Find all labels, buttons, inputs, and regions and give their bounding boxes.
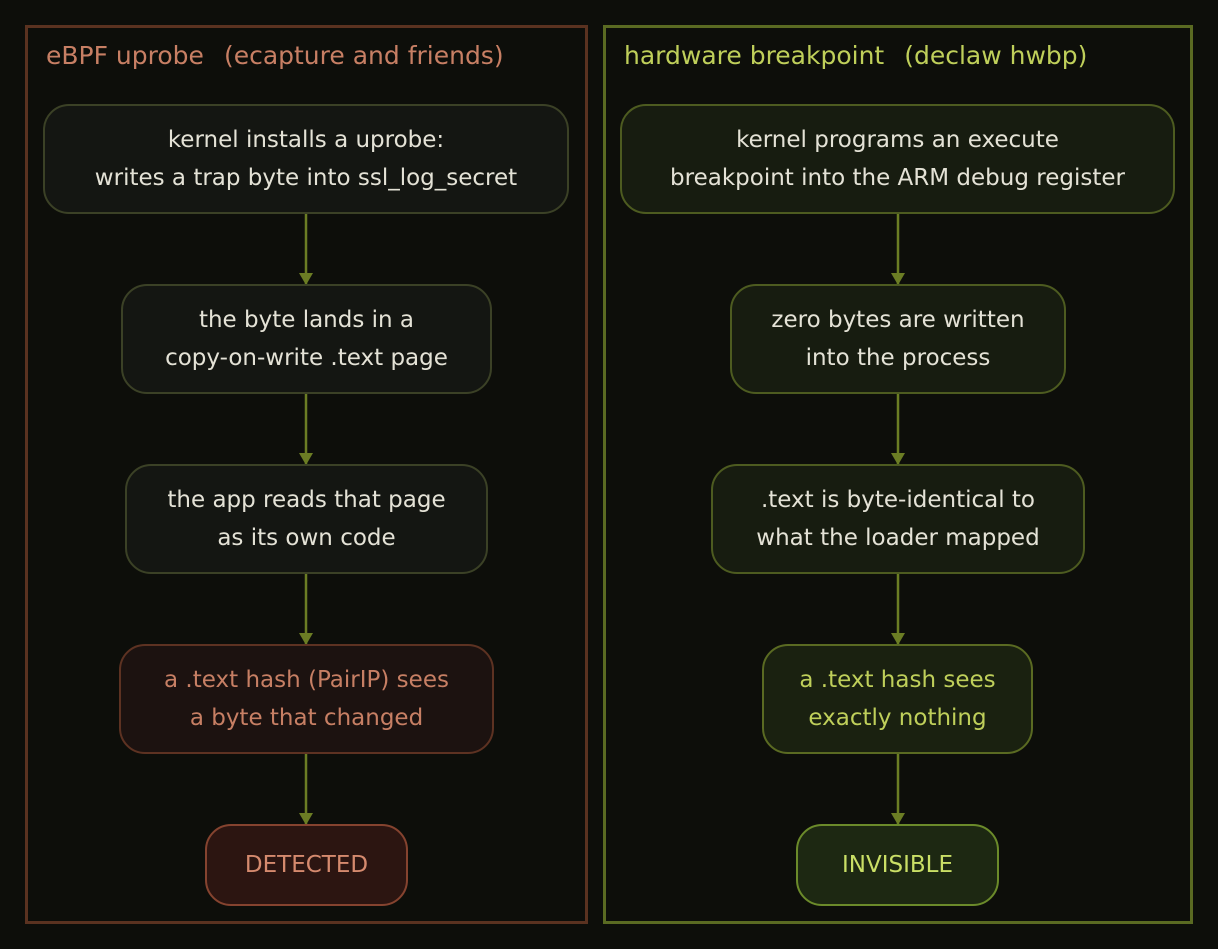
right-step-3: .text is byte-identical to what the load…: [711, 464, 1085, 574]
node-line: exactly nothing: [808, 705, 987, 731]
right-step-4: a .text hash sees exactly nothing: [762, 644, 1033, 754]
node-line: the app reads that page: [167, 487, 446, 513]
node-line: a .text hash sees: [799, 667, 996, 693]
node-line: the byte lands in a: [198, 307, 415, 333]
right-step-1: kernel programs an execute breakpoint in…: [620, 104, 1175, 214]
left-step-3: the app reads that page as its own code: [125, 464, 488, 574]
left-step-4: a .text hash (PairIP) sees a byte that c…: [119, 644, 494, 754]
node-line: kernel programs an execute: [736, 127, 1059, 153]
detected-result: DETECTED: [205, 824, 408, 906]
node-line: zero bytes are written: [771, 307, 1025, 333]
result-label: INVISIBLE: [841, 852, 953, 878]
right-step-2: zero bytes are written into the process: [730, 284, 1066, 394]
result-label: DETECTED: [244, 852, 369, 878]
node-line: what the loader mapped: [756, 525, 1040, 551]
node-line: a .text hash (PairIP) sees: [164, 667, 449, 693]
node-line: a byte that changed: [189, 705, 424, 731]
invisible-result: INVISIBLE: [796, 824, 999, 906]
node-line: .text is byte-identical to: [760, 487, 1036, 513]
node-line: as its own code: [217, 525, 396, 551]
node-line: breakpoint into the ARM debug register: [670, 165, 1125, 191]
node-line: copy-on-write .text page: [165, 345, 448, 371]
node-line: writes a trap byte into ssl_log_secret: [94, 165, 518, 191]
left-step-1: kernel installs a uprobe: writes a trap …: [43, 104, 569, 214]
left-step-2: the byte lands in a copy-on-write .text …: [121, 284, 492, 394]
node-line: kernel installs a uprobe:: [167, 127, 445, 153]
node-line: into the process: [805, 345, 991, 371]
